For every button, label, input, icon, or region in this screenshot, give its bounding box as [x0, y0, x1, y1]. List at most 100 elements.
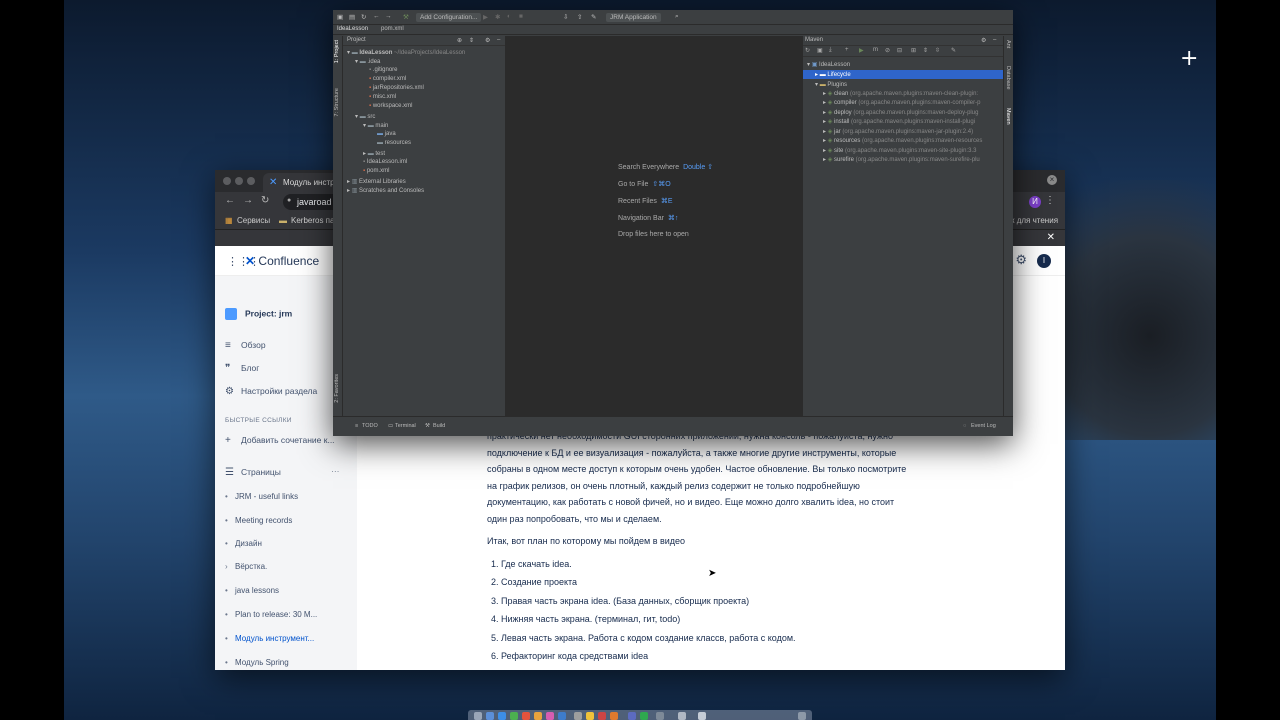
window-zoom-button[interactable]: [247, 177, 255, 185]
tree-root[interactable]: ▾ ▬ IdeaLesson ~/IdeaProjects/IdeaLesson: [347, 49, 465, 56]
add-icon[interactable]: +: [845, 47, 849, 53]
tab-terminal[interactable]: Terminal: [395, 423, 416, 429]
page-link[interactable]: Plan to release: 30 M...: [225, 610, 317, 619]
tree-node[interactable]: ▪ jarRepositories.xml: [369, 85, 424, 91]
photos-icon[interactable]: [546, 712, 554, 720]
tree-node[interactable]: ▪ compiler.xml: [369, 76, 406, 82]
breadcrumb-project[interactable]: IdeaLesson: [337, 26, 368, 32]
safari-icon[interactable]: [498, 712, 506, 720]
git-update-icon[interactable]: ⇩: [563, 13, 568, 21]
calendar-icon[interactable]: [574, 712, 582, 720]
panel-gear-icon[interactable]: ⚙: [485, 37, 490, 44]
close-icon[interactable]: ✕: [1047, 232, 1055, 243]
confluence-logo[interactable]: ✕ Confluence: [245, 254, 319, 268]
profile-avatar[interactable]: И: [1029, 196, 1041, 208]
tree-node[interactable]: ▪ pom.xml: [363, 168, 389, 174]
tree-node[interactable]: ▬ resources: [377, 140, 411, 146]
reading-list[interactable]: к для чтения: [1011, 216, 1058, 225]
reload-icon[interactable]: ↻: [261, 195, 269, 206]
forward-arrow-icon[interactable]: →: [243, 195, 253, 206]
sidebar-item-project[interactable]: Project: jrm: [225, 308, 292, 320]
pages-more-button[interactable]: ···: [331, 466, 340, 476]
sidebar-item-blog[interactable]: ❞ Блог: [225, 363, 259, 374]
sync-icon[interactable]: ↻: [361, 13, 366, 21]
coverage-icon[interactable]: ◐: [507, 13, 511, 20]
trash-icon[interactable]: [798, 712, 806, 720]
tab-structure[interactable]: 7: Structure: [334, 88, 340, 116]
tree-node[interactable]: ▾ ▬ src: [355, 113, 375, 120]
bookmark-kerberos[interactable]: Kerberos па: [291, 216, 334, 225]
generate-sources-icon[interactable]: ▣: [817, 47, 823, 54]
downloads-icon[interactable]: [698, 712, 706, 720]
tree-node[interactable]: ▸ ▥ Scratches and Consoles: [347, 187, 424, 194]
window-close-button[interactable]: [223, 177, 231, 185]
window-minimize-button[interactable]: [235, 177, 243, 185]
reload-icon[interactable]: ↻: [805, 47, 810, 54]
maven-plugin-item[interactable]: ▸ ◈ clean (org.apache.maven.plugins:mave…: [823, 90, 978, 97]
chrome-icon[interactable]: [534, 712, 542, 720]
execute-goal-icon[interactable]: m: [873, 47, 878, 53]
back-icon[interactable]: ←: [373, 13, 380, 20]
collapse-all-icon[interactable]: ⇳: [935, 47, 940, 54]
tab-ant[interactable]: Ant: [1005, 40, 1011, 48]
sidebar-item-pages[interactable]: ☰ Страницы: [225, 467, 281, 478]
sidebar-item-overview[interactable]: ≡ Обзор: [225, 340, 266, 351]
tab-todo[interactable]: TODO: [362, 423, 378, 429]
tree-node[interactable]: ▸ ▬ test: [363, 150, 385, 157]
facetime-icon[interactable]: [558, 712, 566, 720]
tree-node[interactable]: ▪ IdeaLesson.iml: [363, 159, 407, 165]
user-avatar[interactable]: I: [1037, 254, 1051, 268]
maven-plugin-item[interactable]: ▸ ◈ install (org.apache.maven.plugins:ma…: [823, 118, 975, 125]
hide-icon[interactable]: –: [497, 37, 500, 43]
git-push-icon[interactable]: ⇧: [577, 13, 582, 21]
collapse-icon[interactable]: ⇕: [469, 37, 474, 44]
maven-root[interactable]: ▾ ▣ IdeaLesson: [807, 61, 850, 68]
tree-node[interactable]: ▪ .gitignore: [369, 67, 398, 73]
podcasts-icon[interactable]: [610, 712, 618, 720]
editor-area[interactable]: Search Everywhere Double ⇧ Go to File ⇧⌘O …: [506, 36, 802, 416]
maven-plugin-item[interactable]: ▸ ◈ deploy (org.apache.maven.plugins:mav…: [823, 109, 978, 116]
tab-project[interactable]: 1: Project: [334, 40, 340, 63]
bookmark-services[interactable]: Сервисы: [237, 216, 270, 225]
maven-plugin-item[interactable]: ▸ ◈ compiler (org.apache.maven.plugins:m…: [823, 99, 980, 106]
notes-icon[interactable]: [586, 712, 594, 720]
maven-plugin-item[interactable]: ▸ ◈ jar (org.apache.maven.plugins:maven-…: [823, 128, 973, 135]
maven-plugins[interactable]: ▾ ▬ Plugins: [815, 81, 847, 88]
project-panel-title[interactable]: Project: [347, 37, 366, 43]
browser-menu-icon[interactable]: ⋮: [1045, 195, 1055, 206]
maven-plugin-item[interactable]: ▸ ◈ resources (org.apache.maven.plugins:…: [823, 137, 982, 144]
search-icon[interactable]: ⌕: [675, 13, 679, 21]
locate-icon[interactable]: ⊕: [457, 37, 462, 44]
open-folder-icon[interactable]: ▣: [337, 13, 343, 21]
maven-hide-icon[interactable]: –: [993, 37, 996, 43]
tree-node[interactable]: ▪ workspace.xml: [369, 103, 413, 109]
maven-gear-icon[interactable]: ⚙: [981, 37, 986, 44]
show-dependencies-icon[interactable]: ⊞: [911, 47, 916, 54]
wrench-icon[interactable]: ✎: [951, 47, 956, 54]
page-link-active[interactable]: Модуль инструмент...: [225, 634, 314, 643]
folder-icon[interactable]: [678, 712, 686, 720]
tree-node[interactable]: ▬ java: [377, 131, 396, 137]
app-icon[interactable]: [640, 712, 648, 720]
settings-icon[interactable]: [656, 712, 664, 720]
mail-icon[interactable]: [522, 712, 530, 720]
finder-icon[interactable]: [474, 712, 482, 720]
add-shortcut-button[interactable]: + Добавить сочетание к...: [225, 435, 335, 446]
add-configuration-button[interactable]: Add Configuration...: [416, 13, 482, 22]
music-icon[interactable]: [598, 712, 606, 720]
maven-plugin-item[interactable]: ▸ ◈ site (org.apache.maven.plugins:maven…: [823, 147, 976, 154]
apps-grid-icon[interactable]: ▦: [225, 216, 233, 225]
intellij-icon[interactable]: [628, 712, 636, 720]
maven-lifecycle[interactable]: ▸ ▬ Lifecycle: [815, 71, 851, 78]
expand-icon[interactable]: ⇕: [923, 47, 928, 54]
toggle-offline-icon[interactable]: ⊘: [885, 47, 890, 54]
run-icon[interactable]: ▶: [859, 47, 864, 54]
page-link[interactable]: java lessons: [225, 586, 279, 595]
tab-maven[interactable]: Maven: [1005, 108, 1011, 125]
run-configuration-select[interactable]: JRM Application: [606, 13, 661, 22]
page-link[interactable]: Meeting records: [225, 516, 292, 525]
tree-node[interactable]: ▾ ▬ .idea: [355, 58, 380, 65]
tree-node[interactable]: ▾ ▬ main: [363, 122, 388, 129]
browser-close-icon[interactable]: ×: [1047, 175, 1057, 185]
messages-icon[interactable]: [510, 712, 518, 720]
